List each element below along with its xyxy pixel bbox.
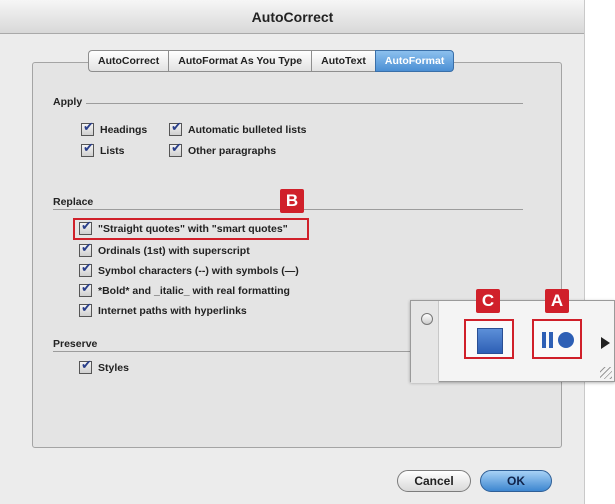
checkbox-ordinals[interactable]: Ordinals (1st) with superscript (79, 240, 250, 257)
floating-palette (410, 300, 615, 383)
checkbox-icon[interactable] (79, 218, 92, 235)
replace-heading: Replace (53, 196, 98, 208)
checkbox-icon[interactable] (169, 140, 182, 157)
checkbox-label: Internet paths with hyperlinks (98, 304, 247, 317)
checkbox-icon[interactable] (79, 280, 92, 297)
checkbox-label: Lists (100, 144, 125, 157)
window-title: AutoCorrect (0, 0, 584, 34)
callout-a: A (545, 289, 569, 313)
checkbox-icon[interactable] (81, 119, 94, 136)
autocorrect-dialog: AutoCorrect AutoCorrect AutoFormat As Yo… (0, 0, 585, 504)
cancel-button[interactable]: Cancel (397, 470, 471, 492)
square-style-button[interactable] (464, 319, 514, 359)
callout-c: C (476, 289, 500, 313)
square-style-icon (477, 328, 503, 354)
callout-b: B (280, 189, 304, 213)
checkbox-headings[interactable]: Headings (81, 119, 148, 136)
ok-button[interactable]: OK (480, 470, 552, 492)
checkbox-lists[interactable]: Lists (81, 140, 125, 157)
checkbox-styles[interactable]: Styles (79, 357, 129, 374)
palette-close-icon[interactable] (421, 313, 433, 325)
checkbox-label: Other paragraphs (188, 144, 277, 157)
arrow-right-icon[interactable] (601, 337, 610, 349)
preserve-divider (53, 351, 413, 352)
tab-autocorrect[interactable]: AutoCorrect (88, 50, 169, 72)
apply-heading: Apply (53, 96, 87, 108)
checkbox-other-paragraphs[interactable]: Other paragraphs (169, 140, 277, 157)
checkbox-automatic-bulleted-lists[interactable]: Automatic bulleted lists (169, 119, 307, 136)
bars-dot-icon (542, 332, 574, 348)
preserve-heading: Preserve (53, 338, 102, 350)
tab-panel: Apply Headings Automatic bulleted lists … (32, 62, 562, 448)
checkbox-icon[interactable] (79, 300, 92, 317)
bars-dot-button[interactable] (532, 319, 582, 359)
checkbox-icon[interactable] (169, 119, 182, 136)
tab-bar: AutoCorrect AutoFormat As You Type AutoT… (88, 50, 455, 72)
checkbox-smart-quotes[interactable]: "Straight quotes" with "smart quotes" (79, 218, 288, 235)
checkbox-label: *Bold* and _italic_ with real formatting (98, 284, 290, 297)
checkbox-icon[interactable] (79, 240, 92, 257)
checkbox-label: Styles (98, 361, 129, 374)
checkbox-icon[interactable] (81, 140, 94, 157)
checkbox-bold-italic[interactable]: *Bold* and _italic_ with real formatting (79, 280, 290, 297)
apply-divider (53, 103, 523, 104)
resize-handle-icon[interactable] (600, 367, 612, 379)
checkbox-label: Symbol characters (--) with symbols (—) (98, 264, 299, 277)
checkbox-icon[interactable] (79, 260, 92, 277)
tab-autoformat-as-you-type[interactable]: AutoFormat As You Type (168, 50, 312, 72)
checkbox-icon[interactable] (79, 357, 92, 374)
checkbox-symbol-characters[interactable]: Symbol characters (--) with symbols (—) (79, 260, 299, 277)
checkbox-label: Headings (100, 123, 148, 136)
tab-autotext[interactable]: AutoText (311, 50, 375, 72)
checkbox-label: "Straight quotes" with "smart quotes" (98, 222, 288, 235)
tab-autoformat[interactable]: AutoFormat (374, 50, 455, 72)
checkbox-label: Automatic bulleted lists (188, 123, 307, 136)
checkbox-label: Ordinals (1st) with superscript (98, 244, 250, 257)
checkbox-internet-paths[interactable]: Internet paths with hyperlinks (79, 300, 247, 317)
